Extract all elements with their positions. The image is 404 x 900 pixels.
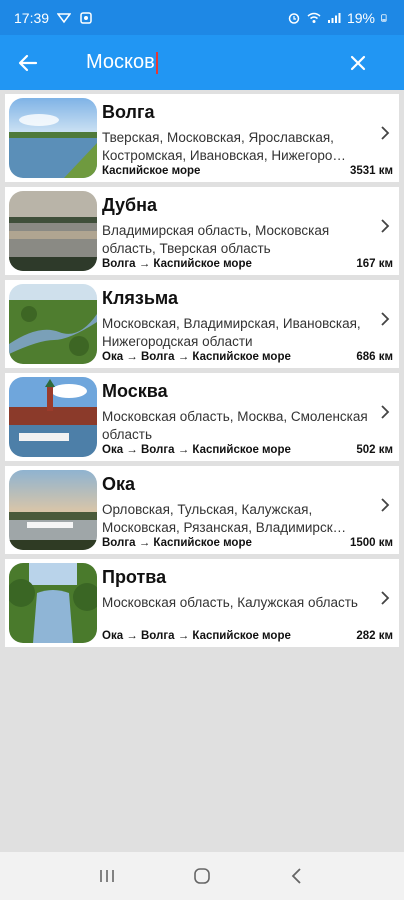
- back-button[interactable]: [12, 47, 44, 79]
- river-regions: Орловская, Тульская, Калужская, Московск…: [102, 502, 347, 535]
- chevron-right-icon: [381, 219, 390, 233]
- chevron-right-icon: [381, 498, 390, 512]
- river-route: Волга → Каспийское море: [102, 258, 252, 270]
- wifi-icon: [307, 12, 321, 23]
- river-regions: Московская, Владимирская, Ивановская, Ни…: [102, 316, 361, 349]
- battery-icon: [381, 13, 387, 22]
- list-item-moskva[interactable]: Москва Московская область, Москва, Смоле…: [5, 373, 399, 461]
- app-notification-icon: [80, 11, 92, 24]
- list-item-klyazma[interactable]: Клязьма Московская, Владимирская, Иванов…: [5, 280, 399, 368]
- close-icon: [350, 55, 366, 70]
- river-length: 167 км: [356, 258, 393, 270]
- river-photo: [9, 470, 97, 550]
- river-list: Волга Тверская, Московская, Ярославская,…: [5, 94, 399, 652]
- river-length: 3531 км: [349, 165, 393, 177]
- list-item-volga[interactable]: Волга Тверская, Московская, Ярославская,…: [5, 94, 399, 182]
- list-item-protva[interactable]: Протва Московская область, Калужская обл…: [5, 559, 399, 647]
- alarm-icon: [288, 12, 300, 24]
- river-name: Волга: [102, 102, 155, 122]
- recent-apps-icon: [100, 870, 115, 882]
- river-photo: [9, 563, 97, 643]
- text-caret: [155, 51, 158, 74]
- river-name: Дубна: [102, 195, 158, 215]
- river-route: Волга → Каспийское море: [102, 537, 252, 549]
- home-icon: [194, 868, 210, 884]
- system-back-button[interactable]: [277, 856, 317, 896]
- river-regions: Владимирская область, Московская область…: [102, 223, 330, 256]
- chevron-left-icon: [291, 868, 301, 884]
- river-name: Москва: [102, 381, 168, 401]
- search-app-bar: Москов: [0, 35, 404, 90]
- search-query: Москов: [86, 51, 155, 73]
- notification-icon: [57, 12, 72, 23]
- river-length: 282 км: [356, 630, 393, 642]
- river-photo: [9, 377, 97, 457]
- chevron-right-icon: [381, 126, 390, 140]
- status-bar: 17:39 19%: [0, 0, 404, 35]
- river-length: 686 км: [356, 351, 393, 363]
- status-time: 17:39: [14, 9, 50, 26]
- river-photo: [9, 284, 97, 364]
- river-route: Ока → Волга → Каспийское море: [102, 630, 291, 642]
- system-nav-bar: [0, 852, 404, 900]
- list-item-dubna[interactable]: Дубна Владимирская область, Московская о…: [5, 187, 399, 275]
- river-regions: Московская область, Москва, Смоленская о…: [102, 409, 368, 442]
- river-length: 1500 км: [349, 537, 393, 549]
- home-button[interactable]: [182, 856, 222, 896]
- river-name: Ока: [102, 474, 136, 494]
- arrow-left-icon: [18, 54, 38, 71]
- river-name: Протва: [102, 567, 167, 587]
- recent-apps-button[interactable]: [87, 856, 127, 896]
- river-regions: Тверская, Московская, Ярославская, Костр…: [102, 130, 346, 163]
- signal-icon: [327, 12, 341, 23]
- chevron-right-icon: [381, 405, 390, 419]
- river-route: Каспийское море: [102, 165, 201, 177]
- chevron-right-icon: [381, 312, 390, 326]
- chevron-right-icon: [381, 591, 390, 605]
- river-length: 502 км: [356, 444, 393, 456]
- search-input[interactable]: Москов: [86, 51, 158, 74]
- river-name: Клязьма: [102, 288, 179, 308]
- river-route: Ока → Волга → Каспийское море: [102, 351, 291, 363]
- river-regions: Московская область, Калужская область: [102, 595, 358, 610]
- river-photo: [9, 98, 97, 178]
- battery-percent: 19%: [346, 9, 375, 26]
- list-item-oka[interactable]: Ока Орловская, Тульская, Калужская, Моск…: [5, 466, 399, 554]
- clear-search-button[interactable]: [342, 47, 374, 79]
- river-route: Ока → Волга → Каспийское море: [102, 444, 291, 456]
- river-photo: [9, 191, 97, 271]
